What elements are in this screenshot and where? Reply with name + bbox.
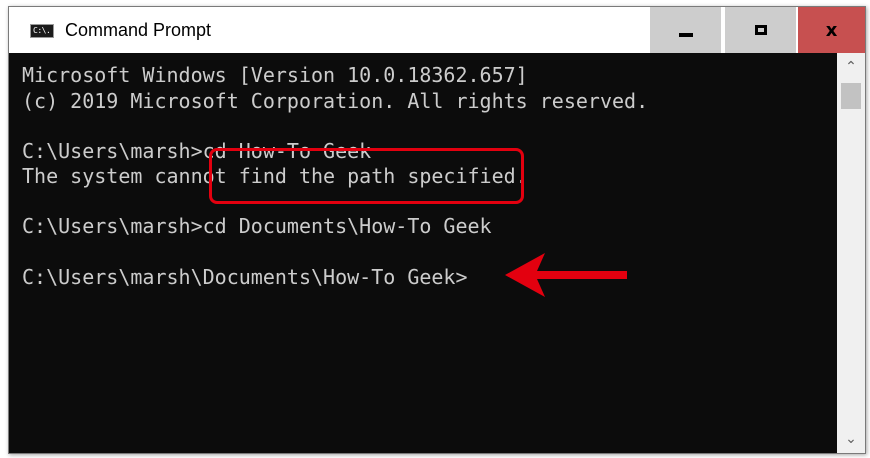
console-line: (c) 2019 Microsoft Corporation. All righ… [22, 89, 649, 113]
console-line: C:\Users\marsh>cd Documents\How-To Geek [22, 214, 492, 238]
maximize-icon [754, 25, 767, 35]
minimize-icon [678, 33, 693, 37]
scroll-up-icon[interactable]: ⌃ [837, 53, 865, 81]
minimize-button[interactable] [650, 7, 721, 53]
console-line: Microsoft Windows [Version 10.0.18362.65… [22, 63, 528, 87]
console-output[interactable]: Microsoft Windows [Version 10.0.18362.65… [9, 53, 837, 453]
highlight-box [209, 148, 524, 204]
command-prompt-window: C:\. Command Prompt x Microsoft Windows … [8, 6, 866, 454]
console-prompt-line: C:\Users\marsh\Documents\How-To Geek> [22, 265, 468, 289]
close-icon: x [825, 19, 838, 41]
scroll-thumb[interactable] [841, 83, 861, 109]
cmd-app-icon: C:\. [30, 24, 54, 38]
close-button[interactable]: x [798, 7, 865, 53]
scroll-down-icon[interactable]: ⌄ [837, 425, 865, 453]
maximize-button[interactable] [725, 7, 796, 53]
vertical-scrollbar[interactable]: ⌃ ⌄ [837, 53, 865, 453]
arrow-icon [505, 253, 627, 297]
title-bar[interactable]: C:\. Command Prompt x [9, 7, 865, 53]
window-title: Command Prompt [65, 20, 212, 40]
